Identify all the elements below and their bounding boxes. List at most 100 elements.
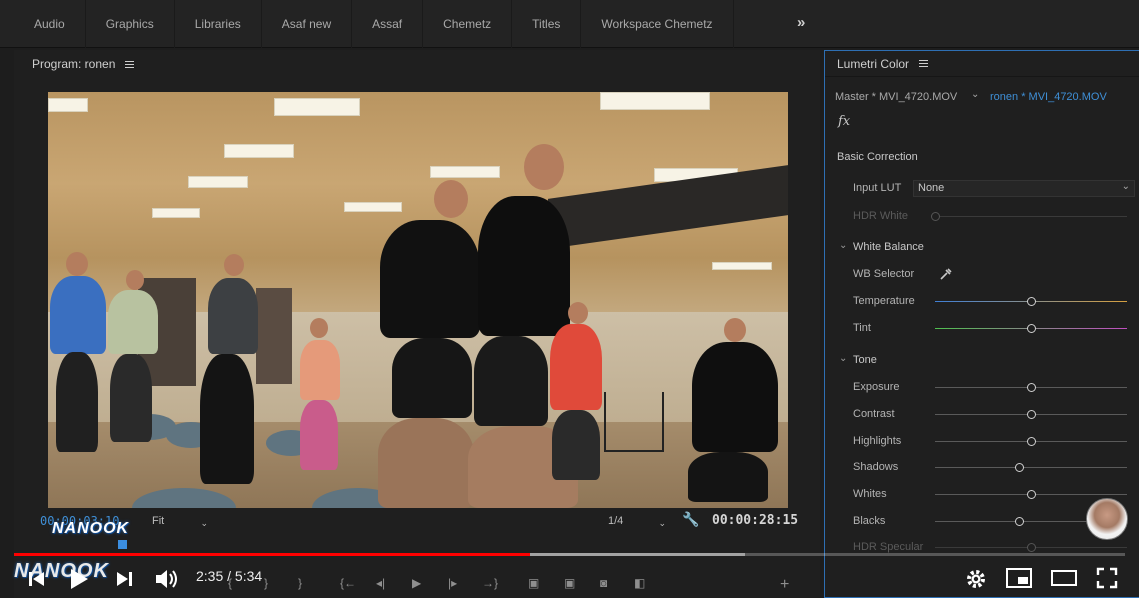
next-icon[interactable] <box>115 570 133 588</box>
tint-slider[interactable] <box>935 324 1127 333</box>
input-lut-label: Input LUT <box>853 182 902 194</box>
person <box>200 354 254 484</box>
person <box>478 196 570 336</box>
chairs <box>604 392 664 452</box>
blacks-label: Blacks <box>853 515 886 527</box>
exposure-row: Exposure <box>825 377 1139 399</box>
youtube-progress-bar[interactable] <box>14 553 1125 556</box>
chevron-down-icon[interactable]: ⌄ <box>839 353 847 364</box>
person <box>688 452 768 502</box>
workspace-tab-asaf-new[interactable]: Asaf new <box>262 0 353 48</box>
tone-section[interactable]: ⌄ Tone <box>825 350 1139 372</box>
input-lut-dropdown[interactable]: None ⌄ <box>913 180 1135 197</box>
fx-icon[interactable]: fx <box>838 114 850 129</box>
person-head <box>310 318 328 338</box>
person <box>550 324 602 410</box>
workspace-overflow-button[interactable]: » <box>797 14 805 31</box>
eyedropper-icon[interactable] <box>939 267 953 281</box>
fullscreen-icon[interactable] <box>1096 567 1118 589</box>
person-head <box>568 302 588 324</box>
shadows-slider[interactable] <box>935 463 1127 472</box>
gear-icon[interactable] <box>964 567 988 591</box>
sequence-clip-label[interactable]: ronen * MVI_4720.MOV <box>990 91 1107 103</box>
workspace-tab-assaf[interactable]: Assaf <box>352 0 424 48</box>
playhead[interactable] <box>118 540 127 549</box>
resolution-dropdown-value: 1/4 <box>608 515 624 527</box>
workspace-tab-graphics[interactable]: Graphics <box>86 0 175 48</box>
input-lut-value: None <box>918 182 945 194</box>
exposure-slider[interactable] <box>935 383 1127 392</box>
ceiling-light <box>224 144 294 158</box>
miniplayer-icon[interactable] <box>1006 568 1032 588</box>
fit-dropdown[interactable]: Fit ⌄ <box>150 512 212 530</box>
person <box>50 276 106 354</box>
basic-correction-label[interactable]: Basic Correction <box>837 151 918 163</box>
highlights-row: Highlights <box>825 431 1139 453</box>
resolution-dropdown[interactable]: 1/4 ⌄ <box>608 512 670 530</box>
wall-poster <box>256 288 292 384</box>
master-clip-label[interactable]: Master * MVI_4720.MOV <box>835 91 957 103</box>
youtube-controls: NANOOK 2:35 / 5:34 <box>0 560 1139 598</box>
screen: Audio Graphics Libraries Asaf new Assaf … <box>0 0 1139 598</box>
white-balance-label[interactable]: White Balance <box>853 241 924 253</box>
slider-knob[interactable] <box>1027 410 1036 419</box>
program-monitor-panel: Program: ronen 00:00:03:10 Fit ⌄ 1/4 ⌄ 🔧… <box>14 50 820 598</box>
slider-knob[interactable] <box>1027 297 1036 306</box>
hdr-white-row: HDR White <box>825 206 1139 228</box>
white-balance-section[interactable]: ⌄ White Balance <box>825 237 1139 259</box>
clip-selector-row: Master * MVI_4720.MOV ⌄ ronen * MVI_4720… <box>825 87 1139 109</box>
youtube-played <box>14 553 530 556</box>
slider-knob[interactable] <box>1027 383 1036 392</box>
slider-knob <box>931 212 940 221</box>
basic-correction-section[interactable]: Basic Correction <box>825 147 1139 169</box>
slider-knob[interactable] <box>1027 324 1036 333</box>
person-head <box>434 180 468 218</box>
hamburger-icon[interactable] <box>125 60 135 68</box>
person-head <box>126 270 144 290</box>
theater-mode-icon[interactable] <box>1051 570 1077 586</box>
wrench-icon[interactable]: 🔧 <box>682 511 699 528</box>
slider-knob[interactable] <box>1015 517 1024 526</box>
workspace-tab-libraries[interactable]: Libraries <box>175 0 262 48</box>
previous-icon[interactable] <box>28 570 46 588</box>
tint-row: Tint <box>825 318 1139 340</box>
person <box>552 410 600 480</box>
contrast-slider[interactable] <box>935 410 1127 419</box>
chevron-down-icon[interactable]: ⌄ <box>839 240 847 251</box>
whites-slider[interactable] <box>935 490 1127 499</box>
tone-label[interactable]: Tone <box>853 354 877 366</box>
video-frame[interactable] <box>48 92 788 508</box>
contrast-label: Contrast <box>853 408 895 420</box>
hdr-white-label: HDR White <box>853 210 909 222</box>
person <box>378 418 474 508</box>
slider-knob[interactable] <box>1015 463 1024 472</box>
wb-selector-label: WB Selector <box>853 268 915 280</box>
workspace-tab-audio[interactable]: Audio <box>0 0 86 48</box>
person-head <box>524 144 564 190</box>
ceiling-light <box>48 98 88 112</box>
contrast-row: Contrast <box>825 404 1139 426</box>
person <box>300 400 338 470</box>
temperature-slider[interactable] <box>935 297 1127 306</box>
volume-icon[interactable] <box>154 567 180 591</box>
chevron-down-icon: ⌄ <box>658 518 666 528</box>
chevron-down-icon: ⌄ <box>1121 181 1130 192</box>
hamburger-icon[interactable] <box>919 60 929 67</box>
slider-knob[interactable] <box>1027 437 1036 446</box>
play-icon[interactable] <box>68 567 90 591</box>
person <box>208 278 258 354</box>
person-head <box>724 318 746 342</box>
workspace-tab-workspace-chemetz[interactable]: Workspace Chemetz <box>581 0 734 48</box>
hdr-white-slider <box>931 212 1127 221</box>
workspace-bar: Audio Graphics Libraries Asaf new Assaf … <box>0 0 1139 48</box>
program-monitor-header: Program: ronen <box>14 50 820 78</box>
workspace-tab-titles[interactable]: Titles <box>512 0 582 48</box>
chevron-down-icon[interactable]: ⌄ <box>971 89 979 100</box>
ceiling-light <box>188 176 248 188</box>
hdr-specular-label: HDR Specular <box>853 541 924 553</box>
slider-knob[interactable] <box>1027 490 1036 499</box>
temperature-row: Temperature <box>825 291 1139 313</box>
workspace-tab-chemetz[interactable]: Chemetz <box>423 0 513 48</box>
channel-avatar[interactable] <box>1086 498 1128 540</box>
highlights-slider[interactable] <box>935 437 1127 446</box>
